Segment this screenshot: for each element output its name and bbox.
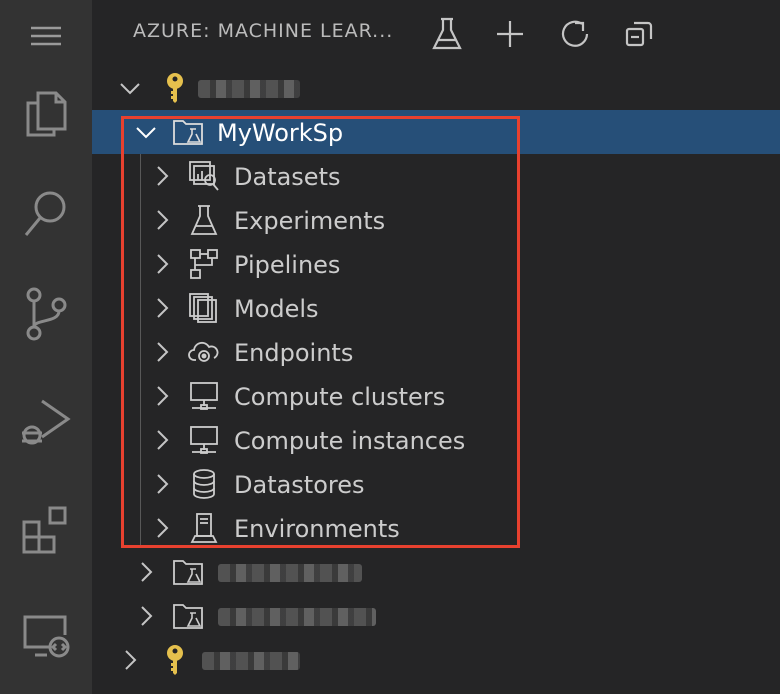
add-icon[interactable]: [490, 14, 530, 54]
tree-item-label: Experiments: [234, 207, 386, 235]
chevron-right-icon: [141, 606, 153, 626]
tree-item-subscription[interactable]: [92, 66, 780, 110]
subscription-name-redacted: [198, 80, 300, 98]
workspace-label: MyWorkSp: [217, 119, 344, 147]
remote-explorer-icon[interactable]: [0, 600, 92, 672]
key-icon: [159, 644, 191, 676]
extensions-icon[interactable]: [0, 494, 92, 566]
tree-item-label: Datasets: [234, 163, 341, 191]
refresh-icon[interactable]: [555, 14, 595, 54]
sidebar-title: AZURE: MACHINE LEAR...: [133, 20, 394, 42]
sidebar-header: AZURE: MACHINE LEAR...: [92, 0, 780, 66]
workspace-name-redacted: [218, 608, 376, 626]
chevron-right-icon: [157, 518, 169, 538]
tree-item-pipelines[interactable]: Pipelines: [92, 242, 780, 286]
search-icon[interactable]: [0, 178, 92, 250]
chevron-right-icon: [157, 386, 169, 406]
workspace-folder-icon: [172, 600, 204, 632]
subscription-name-redacted: [202, 652, 300, 670]
flask-icon: [188, 204, 220, 236]
key-icon: [159, 72, 191, 104]
tree-item-label: Pipelines: [234, 251, 341, 279]
tree-item-label: Compute clusters: [234, 383, 446, 411]
tree-item-label: Endpoints: [234, 339, 354, 367]
models-icon: [188, 292, 220, 324]
chevron-right-icon: [157, 430, 169, 450]
tree-item-experiments[interactable]: Experiments: [92, 198, 780, 242]
datasets-icon: [188, 160, 220, 192]
source-control-icon[interactable]: [0, 278, 92, 350]
compute-icon: [188, 424, 220, 456]
compute-icon: [188, 380, 220, 412]
chevron-right-icon: [157, 474, 169, 494]
workspace-folder-icon: [172, 556, 204, 588]
menu-icon[interactable]: [0, 0, 92, 72]
tree-item-label: Datastores: [234, 471, 365, 499]
chevron-down-icon: [120, 83, 140, 95]
tree-item-workspace[interactable]: MyWorkSp: [92, 110, 780, 154]
tree-item-label: Environments: [234, 515, 400, 543]
tree-item-workspace[interactable]: [92, 550, 780, 594]
azure-ml-sidebar: AZURE: MACHINE LEAR... MyWorkSp Datasets…: [92, 0, 780, 694]
tree-item-datastores[interactable]: Datastores: [92, 462, 780, 506]
tree-item-workspace[interactable]: [92, 594, 780, 638]
chevron-right-icon: [125, 650, 137, 670]
chevron-down-icon: [136, 127, 156, 139]
chevron-right-icon: [141, 562, 153, 582]
activity-bar: [0, 0, 92, 694]
chevron-right-icon: [157, 298, 169, 318]
collapse-all-icon[interactable]: [619, 14, 659, 54]
chevron-right-icon: [157, 166, 169, 186]
explorer-icon[interactable]: [0, 78, 92, 150]
workspace-name-redacted: [218, 564, 362, 582]
chevron-right-icon: [157, 342, 169, 362]
chevron-right-icon: [157, 254, 169, 274]
workspace-folder-icon: [172, 116, 204, 148]
create-workspace-flask-icon[interactable]: [427, 14, 467, 54]
chevron-right-icon: [157, 210, 169, 230]
tree-item-compute-instances[interactable]: Compute instances: [92, 418, 780, 462]
tree-item-compute-clusters[interactable]: Compute clusters: [92, 374, 780, 418]
tree-item-label: Models: [234, 295, 319, 323]
environment-icon: [188, 512, 220, 544]
tree-item-endpoints[interactable]: Endpoints: [92, 330, 780, 374]
tree-item-environments[interactable]: Environments: [92, 506, 780, 550]
tree-item-subscription[interactable]: [92, 638, 780, 682]
tree-item-models[interactable]: Models: [92, 286, 780, 330]
database-icon: [188, 468, 220, 500]
tree-item-datasets[interactable]: Datasets: [92, 154, 780, 198]
cloud-endpoint-icon: [188, 336, 220, 368]
run-debug-icon[interactable]: [0, 388, 92, 460]
tree-item-label: Compute instances: [234, 427, 466, 455]
pipeline-icon: [188, 248, 220, 280]
